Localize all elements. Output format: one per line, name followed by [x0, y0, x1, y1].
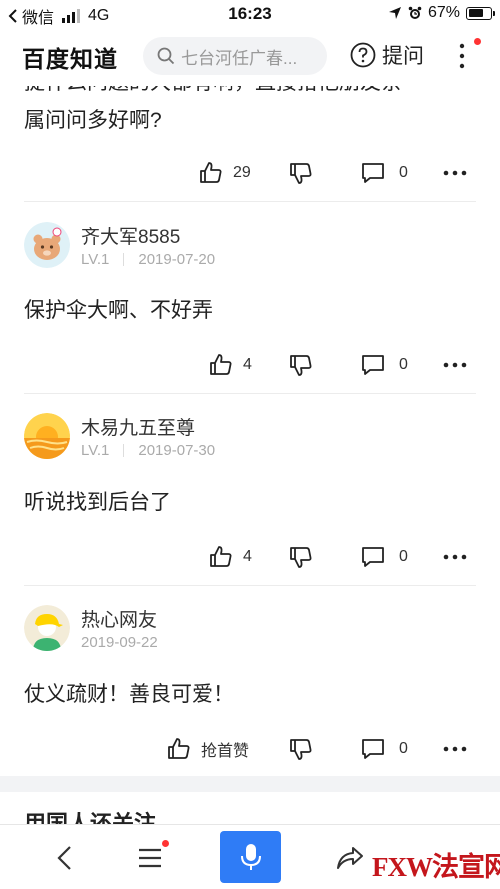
avatar[interactable] — [24, 605, 70, 651]
location-icon — [388, 7, 401, 19]
question-circle-icon — [350, 42, 376, 68]
alarm-icon — [408, 6, 422, 19]
section-gap — [0, 776, 500, 792]
divider — [24, 393, 476, 394]
battery-level — [468, 9, 483, 17]
watermark-logo: FXW法宣网 — [372, 852, 500, 882]
menu-icon — [139, 848, 161, 867]
like-count: 4 — [243, 548, 252, 565]
dislike-button[interactable] — [289, 734, 313, 764]
more-vertical-icon[interactable] — [455, 38, 481, 70]
thumbs-up-icon — [210, 546, 232, 567]
answer-user[interactable]: 木易九五至尊 LV.1 2019-07-30 — [24, 413, 484, 461]
user-name[interactable]: 热心网友 — [81, 605, 157, 632]
back-button[interactable] — [42, 825, 86, 889]
answer-list: 捉什么问题的大都有啊，直接拾他朋友亲 属问问多好啊? 29 0 齐大军8585 … — [0, 86, 500, 824]
like-count: 29 — [233, 164, 251, 181]
thumbs-up-icon — [168, 738, 190, 759]
divider — [24, 585, 476, 586]
user-meta: 2019-09-22 — [81, 634, 158, 651]
search-input[interactable]: 七台河任广春... — [143, 37, 327, 75]
thumbs-down-icon — [290, 547, 312, 568]
battery-percent: 67% — [427, 4, 460, 21]
like-button[interactable]: 29 — [199, 158, 251, 188]
answer-text: 听说找到后台了 — [24, 491, 171, 514]
question-tail-line1: 捉什么问题的大都有啊，直接拾他朋友亲 — [24, 86, 484, 102]
like-count: 4 — [243, 356, 252, 373]
avatar[interactable] — [24, 413, 70, 459]
menu-button[interactable] — [128, 825, 172, 889]
status-bar: 微信 4G 16:23 67% — [0, 0, 500, 28]
question-tail-line2: 属问问多好啊? — [24, 109, 162, 132]
user-level: LV.1 — [81, 251, 110, 268]
comment-button[interactable]: 0 — [361, 350, 408, 380]
like-button[interactable]: 4 — [209, 350, 252, 380]
bottom-toolbar: FXW法宣网 — [0, 824, 500, 889]
comment-icon — [362, 355, 384, 375]
search-placeholder: 七台河任广春... — [181, 48, 298, 68]
like-button[interactable]: 抢首赞 — [167, 734, 249, 764]
comment-icon — [362, 547, 384, 567]
mic-icon — [240, 844, 261, 870]
like-button[interactable]: 4 — [209, 542, 252, 572]
dislike-button[interactable] — [289, 542, 313, 572]
divider — [24, 201, 476, 202]
comment-count: 0 — [399, 740, 408, 757]
answer-date: 2019-07-30 — [138, 442, 216, 459]
user-meta: LV.1 2019-07-30 — [81, 442, 215, 459]
thumbs-up-icon — [210, 354, 232, 375]
share-button[interactable] — [328, 825, 372, 889]
comment-button[interactable]: 0 — [361, 734, 408, 764]
answer-date: 2019-07-20 — [138, 251, 216, 268]
answer-action-row: 4 0 — [0, 542, 500, 572]
comment-button[interactable]: 0 — [361, 542, 408, 572]
more-horizontal-icon[interactable] — [443, 158, 467, 188]
like-first-label: 抢首赞 — [201, 743, 250, 760]
thumbs-down-icon — [290, 163, 312, 184]
status-right: 67% — [388, 4, 495, 22]
user-meta: LV.1 2019-07-20 — [81, 251, 215, 268]
answer-action-row: 抢首赞 0 — [0, 734, 500, 764]
dislike-button[interactable] — [289, 350, 313, 380]
user-name[interactable]: 木易九五至尊 — [81, 413, 195, 440]
answer-user[interactable]: 热心网友 2019-09-22 — [24, 605, 484, 653]
answer-user[interactable]: 齐大军8585 LV.1 2019-07-20 — [24, 222, 484, 270]
related-section-title: 用国人还关注 — [24, 811, 157, 824]
comment-icon — [362, 739, 384, 759]
thumbs-up-icon — [200, 162, 222, 183]
avatar[interactable] — [24, 222, 70, 268]
site-logo[interactable]: 百度知道 — [22, 40, 118, 74]
notification-dot — [162, 840, 169, 847]
voice-input-button[interactable] — [220, 831, 281, 883]
back-icon — [57, 845, 71, 870]
thumbs-down-icon — [290, 355, 312, 376]
battery-icon — [466, 6, 495, 20]
more-horizontal-icon[interactable] — [443, 734, 467, 764]
meta-separator — [123, 444, 125, 457]
answer-text: 保护伞大啊、不好弄 — [24, 299, 213, 322]
question-action-row: 29 0 — [0, 158, 500, 188]
more-horizontal-icon[interactable] — [443, 350, 467, 380]
user-level: LV.1 — [81, 442, 110, 459]
ask-label: 提问 — [382, 45, 424, 68]
comment-count: 0 — [399, 356, 408, 373]
answer-text: 仗义疏财！善良可爱！ — [24, 683, 234, 706]
meta-separator — [123, 253, 125, 266]
app-header: 百度知道 七台河任广春... 提问 — [0, 28, 500, 86]
ask-question-button[interactable]: 提问 — [350, 40, 424, 70]
user-name[interactable]: 齐大军8585 — [81, 222, 180, 249]
comment-icon — [362, 163, 384, 183]
notification-dot — [474, 38, 481, 45]
thumbs-down-icon — [290, 739, 312, 760]
answer-action-row: 4 0 — [0, 350, 500, 380]
more-horizontal-icon[interactable] — [443, 542, 467, 572]
share-icon — [337, 846, 363, 869]
search-icon — [157, 47, 175, 65]
comment-button[interactable]: 0 — [361, 158, 408, 188]
question-tail-text: 捉什么问题的大都有啊，直接拾他朋友亲 属问问多好啊? — [24, 86, 484, 140]
comment-count: 0 — [399, 548, 408, 565]
dislike-button[interactable] — [289, 158, 313, 188]
answer-date: 2019-09-22 — [81, 634, 158, 651]
comment-count: 0 — [399, 164, 408, 181]
